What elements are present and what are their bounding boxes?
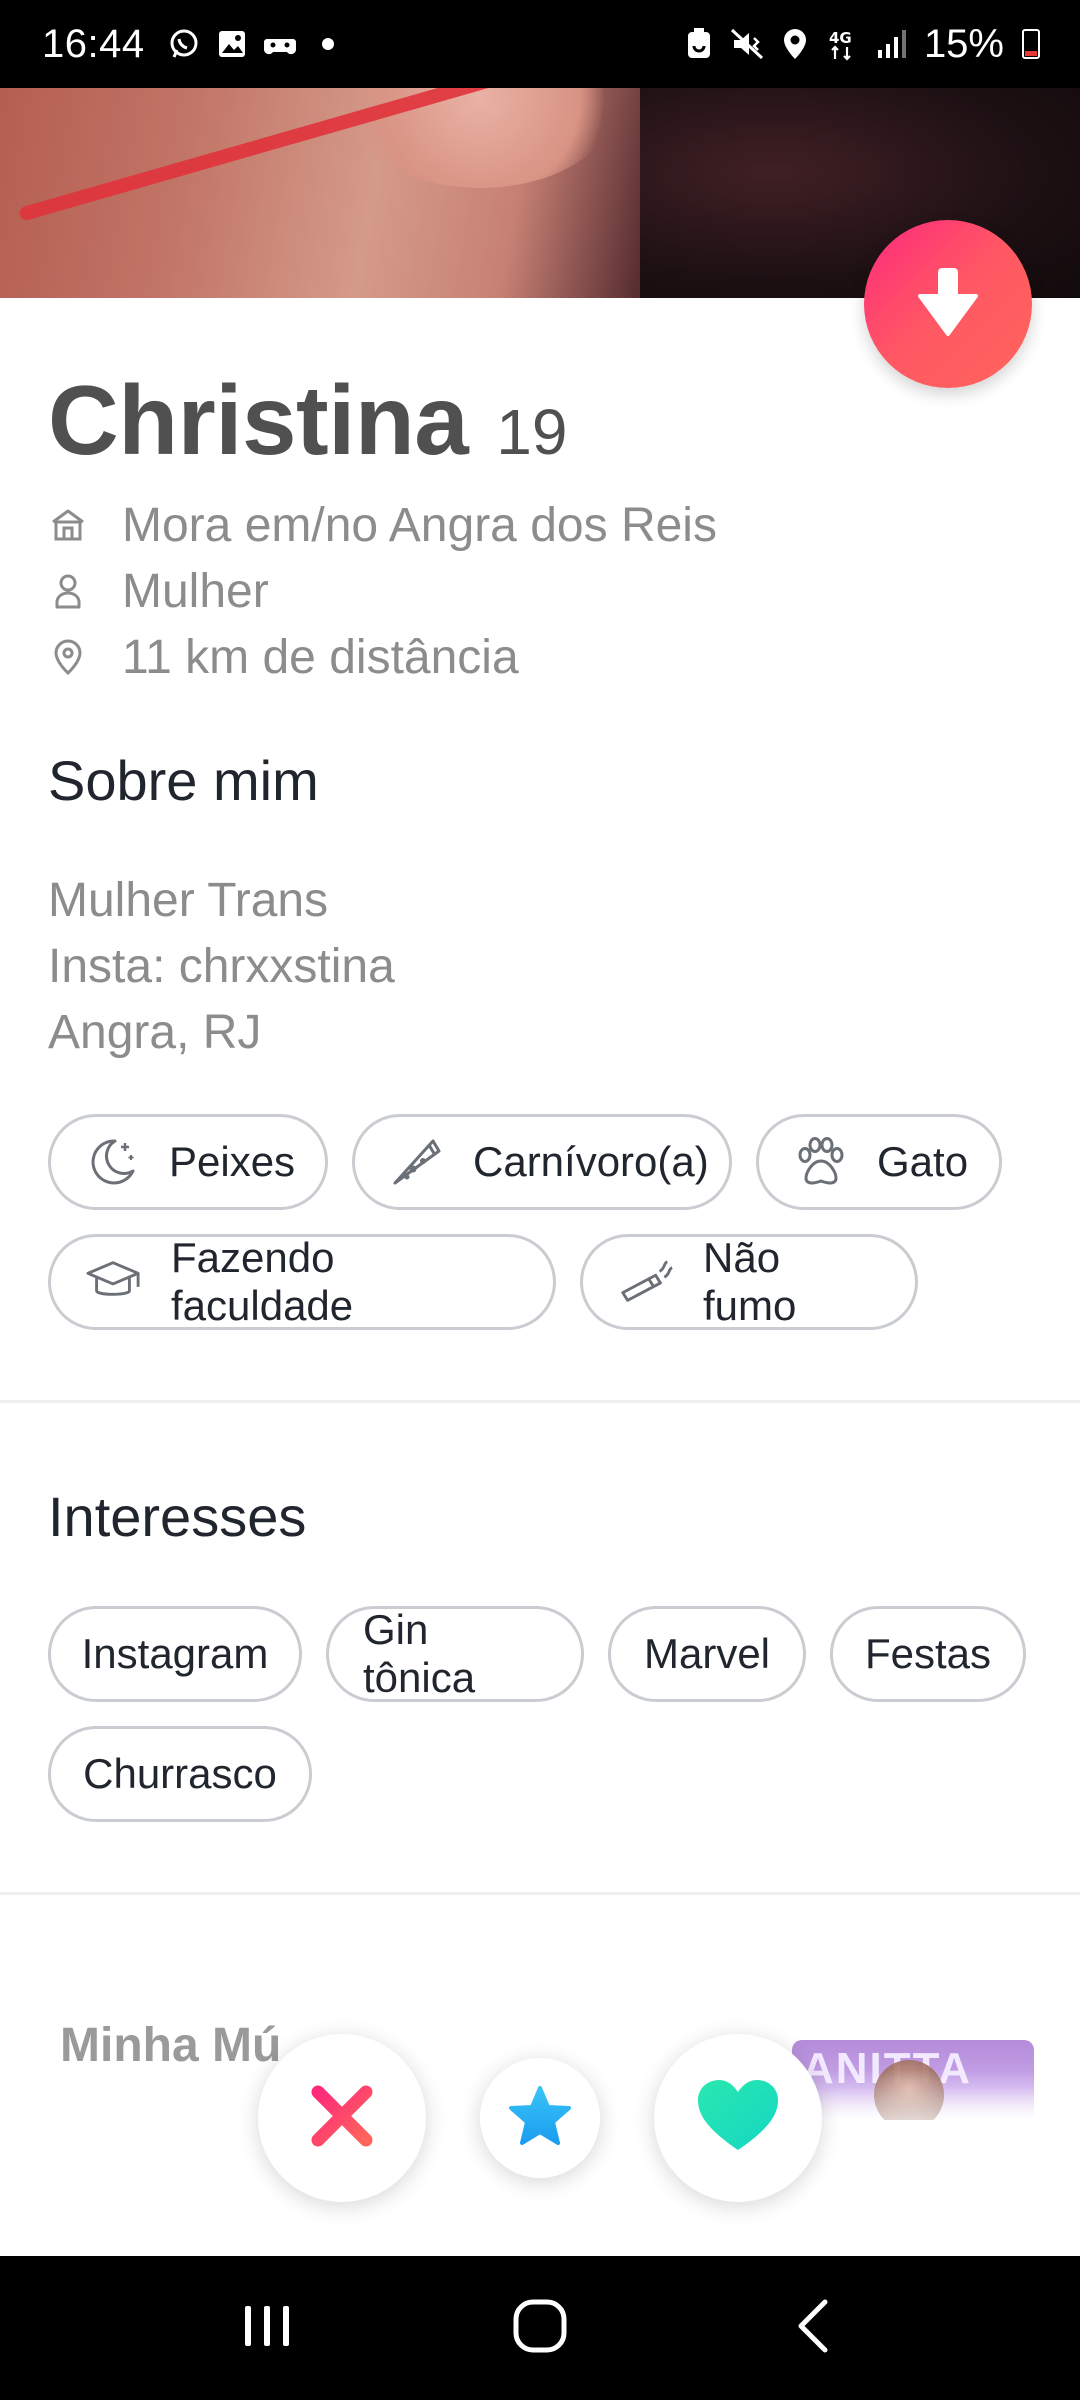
super-like-button[interactable] xyxy=(480,2058,600,2178)
info-text: Mora em/no Angra dos Reis xyxy=(122,498,717,552)
close-icon xyxy=(306,2080,378,2157)
profile-info-list: Mora em/no Angra dos Reis Mulher 11 km d… xyxy=(48,492,717,690)
pizza-icon xyxy=(389,1134,443,1190)
game-icon xyxy=(263,27,297,61)
chip-zodiac: Peixes xyxy=(48,1114,328,1210)
chip-label: Carnívoro(a) xyxy=(473,1138,709,1185)
music-title: Minha Mú xyxy=(60,2019,282,2072)
chip-label: Fazendo faculdade xyxy=(171,1234,354,1329)
system-nav-bar xyxy=(0,2256,1080,2400)
section-divider xyxy=(0,1892,1080,1895)
heart-icon xyxy=(696,2078,780,2159)
status-bar: 16:44 4G 15% xyxy=(0,0,1080,88)
recent-apps-icon xyxy=(241,2302,293,2355)
bio-line: Angra, RJ xyxy=(48,1006,262,1059)
like-button[interactable] xyxy=(654,2034,822,2202)
home-icon xyxy=(48,505,88,545)
chip-smoking: Não fumo xyxy=(580,1234,918,1330)
info-row-gender: Mulher xyxy=(48,558,717,624)
battery-percentage: 15% xyxy=(923,21,1004,66)
chip-pets: Gato xyxy=(756,1114,1002,1210)
profile-name: Christina xyxy=(48,365,469,475)
info-row-distance: 11 km de distância xyxy=(48,624,717,690)
chip-label: Não fumo xyxy=(703,1234,797,1329)
chip-label: Churrasco xyxy=(83,1750,277,1797)
cigarette-icon xyxy=(617,1254,673,1310)
chip-label: Marvel xyxy=(643,1630,771,1677)
battery-saver-icon xyxy=(682,27,716,61)
chip-label: Instagram xyxy=(81,1630,269,1677)
chip-label: Gato xyxy=(877,1138,969,1185)
chip-diet: Carnívoro(a) xyxy=(352,1114,732,1210)
interest-chip: Festas xyxy=(830,1606,1026,1702)
chip-label: Festas xyxy=(864,1630,992,1677)
location-pin-icon xyxy=(48,637,88,677)
dot-icon xyxy=(311,27,345,61)
bio-text: Mulher Trans Insta: chrxxstina Angra, RJ xyxy=(48,868,395,1066)
interest-chip: Instagram xyxy=(48,1606,302,1702)
mute-vibrate-icon xyxy=(730,27,764,61)
battery-icon xyxy=(1022,29,1040,59)
profile-header: Christina 19 xyxy=(48,364,567,477)
moon-icon xyxy=(85,1134,139,1190)
home-button[interactable] xyxy=(500,2288,580,2368)
interest-chip: Gin tônica xyxy=(326,1606,584,1702)
about-title: Sobre mim xyxy=(48,749,319,812)
status-time: 16:44 xyxy=(42,21,145,66)
collapse-profile-button[interactable] xyxy=(864,220,1032,388)
chip-label: Gin tônica xyxy=(363,1606,476,1701)
graduation-cap-icon xyxy=(85,1254,141,1310)
nope-button[interactable] xyxy=(258,2034,426,2202)
gallery-icon xyxy=(215,27,249,61)
profile-age: 19 xyxy=(496,396,568,468)
bio-line: Insta: chrxxstina xyxy=(48,940,395,993)
home-nav-icon xyxy=(512,2298,568,2359)
svg-text:4G: 4G xyxy=(829,29,852,47)
whatsapp-icon xyxy=(167,27,201,61)
signal-icon xyxy=(876,27,910,61)
section-divider xyxy=(0,1400,1080,1403)
info-row-residence: Mora em/no Angra dos Reis xyxy=(48,492,717,558)
star-icon xyxy=(508,2085,572,2152)
interests-title: Interesses xyxy=(48,1485,307,1548)
chip-education: Fazendo faculdade xyxy=(48,1234,556,1330)
info-text: Mulher xyxy=(122,564,269,618)
back-button[interactable] xyxy=(773,2288,853,2368)
chip-label: Peixes xyxy=(169,1138,296,1185)
location-icon xyxy=(778,27,812,61)
interest-chip: Marvel xyxy=(608,1606,806,1702)
back-icon xyxy=(793,2298,833,2359)
paw-icon xyxy=(793,1134,847,1190)
recent-apps-button[interactable] xyxy=(227,2288,307,2368)
arrow-down-icon xyxy=(916,266,980,343)
bio-line: Mulher Trans xyxy=(48,874,329,927)
person-icon xyxy=(48,571,88,611)
4g-icon: 4G xyxy=(826,27,862,61)
info-text: 11 km de distância xyxy=(122,630,519,684)
interest-chip: Churrasco xyxy=(48,1726,312,1822)
battery-level-fill xyxy=(1025,52,1037,56)
